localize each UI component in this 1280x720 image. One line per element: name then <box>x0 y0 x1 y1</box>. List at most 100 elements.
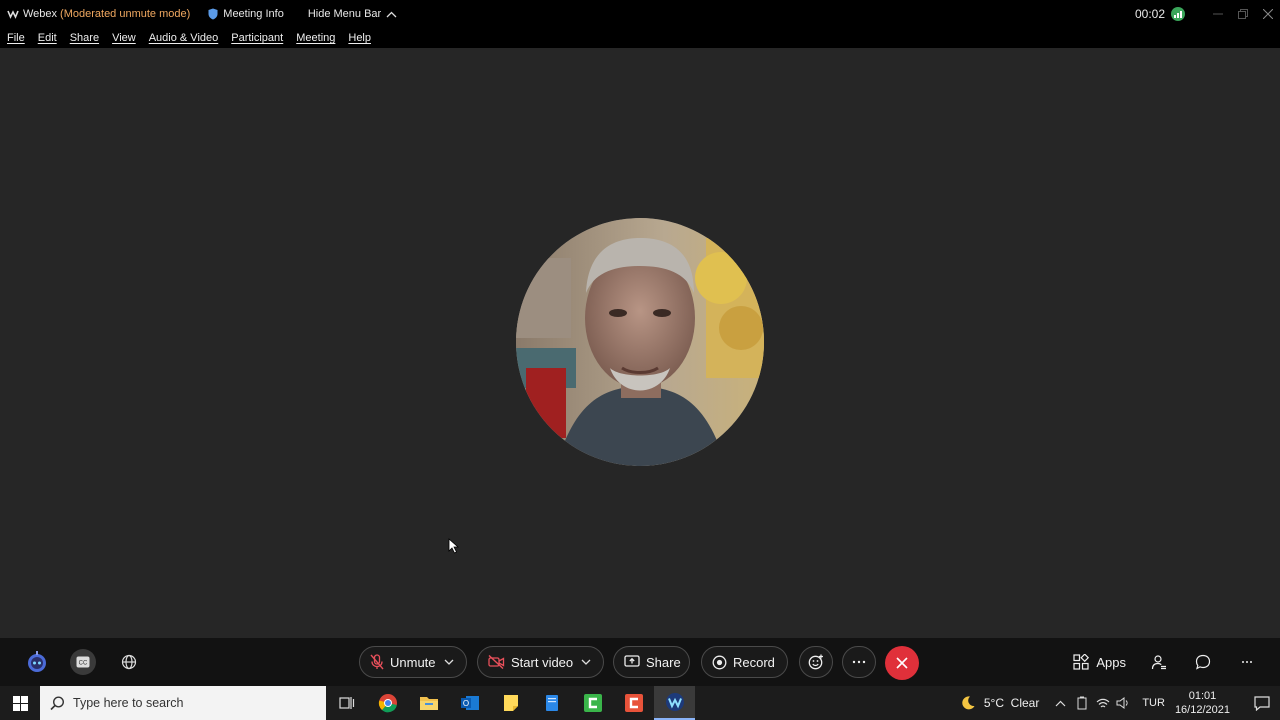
system-tray: 5°C Clear TUR 01:01 16/12/2021 <box>960 686 1280 720</box>
participants-button[interactable] <box>1146 649 1172 675</box>
participant-photo <box>516 218 764 466</box>
menu-help[interactable]: Help <box>348 32 371 44</box>
more-options-button[interactable] <box>842 646 876 678</box>
unmute-label: Unmute <box>390 654 436 670</box>
start-video-button[interactable]: Start video <box>477 646 604 678</box>
minimize-button[interactable] <box>1205 0 1230 28</box>
notification-icon <box>1254 695 1270 711</box>
menu-meeting[interactable]: Meeting <box>296 32 335 44</box>
restore-button[interactable] <box>1230 0 1255 28</box>
meeting-info-label: Meeting Info <box>223 8 284 20</box>
shield-icon <box>208 8 218 20</box>
taskbar-camtasia[interactable] <box>572 686 613 720</box>
apps-icon <box>1073 654 1090 670</box>
taskbar-sticky-notes[interactable] <box>490 686 531 720</box>
share-label: Share <box>646 654 681 670</box>
chevron-down-icon[interactable] <box>581 659 591 665</box>
minimize-icon <box>1212 13 1223 15</box>
taskbar-search-box[interactable]: Type here to search <box>40 686 326 720</box>
taskbar-recorder[interactable] <box>613 686 654 720</box>
svg-text:CC: CC <box>79 661 88 667</box>
taskbar-outlook[interactable]: O <box>449 686 490 720</box>
chat-button[interactable] <box>1190 649 1216 675</box>
meeting-timer: 00:02 <box>1134 7 1165 21</box>
restore-icon <box>1237 9 1248 19</box>
menu-audio-video[interactable]: Audio & Video <box>149 32 219 44</box>
record-icon <box>712 655 727 669</box>
chevron-up-icon[interactable] <box>1055 700 1066 707</box>
search-placeholder: Type here to search <box>73 696 184 710</box>
moderated-mode-label: (Moderated unmute mode) <box>60 8 191 20</box>
meeting-info-button[interactable]: Meeting Info <box>208 8 284 20</box>
chevron-up-icon <box>386 11 397 17</box>
reactions-button[interactable] <box>799 646 833 678</box>
windows-taskbar: Type here to search O 5°C Clear TUR 01:0… <box>0 686 1280 720</box>
mouse-cursor <box>448 538 460 554</box>
taskbar-chrome[interactable] <box>367 686 408 720</box>
wifi-icon[interactable] <box>1096 697 1110 709</box>
hide-menu-bar-label: Hide Menu Bar <box>307 8 382 20</box>
chat-icon <box>1195 654 1211 670</box>
menu-file[interactable]: File <box>7 32 25 44</box>
more-icon <box>1242 661 1252 663</box>
notifications-button[interactable] <box>1244 686 1280 720</box>
document-icon <box>545 695 558 711</box>
webex-assistant-icon <box>28 651 46 672</box>
share-screen-icon <box>624 655 640 667</box>
more-panels-button[interactable] <box>1234 649 1260 675</box>
assistant-button[interactable] <box>24 649 50 675</box>
clock-date: 16/12/2021 <box>1174 704 1230 716</box>
leave-meeting-button[interactable] <box>885 646 919 680</box>
task-view-button[interactable] <box>326 686 367 720</box>
volume-icon[interactable] <box>1116 697 1130 709</box>
folder-icon <box>419 697 438 710</box>
close-icon <box>896 657 908 669</box>
record-button[interactable]: Record <box>701 646 788 678</box>
webex-icon <box>665 693 684 711</box>
task-view-icon <box>338 697 354 709</box>
taskbar-file-explorer[interactable] <box>408 686 449 720</box>
globe-icon <box>121 654 137 670</box>
svg-text:O: O <box>462 699 468 708</box>
hide-menu-bar-button[interactable]: Hide Menu Bar <box>308 8 397 20</box>
apps-label: Apps <box>1096 654 1126 670</box>
moon-weather-icon <box>962 696 975 710</box>
app-title: Webex (Moderated unmute mode) <box>0 8 190 20</box>
windows-logo-icon <box>12 695 28 711</box>
camtasia-icon <box>583 694 602 712</box>
close-window-button[interactable] <box>1255 0 1280 28</box>
meeting-controls: CC Unmute Start video Share Record Apps <box>0 638 1280 686</box>
webex-logo-icon <box>7 10 19 19</box>
taskbar-webex[interactable] <box>654 686 695 720</box>
outlook-icon: O <box>460 696 479 710</box>
participant-avatar <box>516 218 764 466</box>
chrome-icon <box>378 694 397 713</box>
battery-icon[interactable] <box>1076 696 1088 710</box>
close-icon <box>1262 9 1273 19</box>
closed-captions-icon: CC <box>76 656 90 668</box>
title-bar: Webex (Moderated unmute mode) Meeting In… <box>0 0 1280 28</box>
taskbar-clock[interactable]: 01:01 16/12/2021 <box>1175 689 1230 717</box>
muted-mic-icon <box>370 654 384 670</box>
unmute-button[interactable]: Unmute <box>359 646 467 678</box>
clock-time: 01:01 <box>1188 690 1217 702</box>
apps-button[interactable]: Apps <box>1073 654 1126 670</box>
start-video-label: Start video <box>511 654 574 670</box>
captions-button[interactable]: CC <box>70 649 96 675</box>
start-button[interactable] <box>0 686 40 720</box>
taskbar-app-blue[interactable] <box>531 686 572 720</box>
smiley-icon <box>808 654 823 670</box>
menu-view[interactable]: View <box>112 32 136 44</box>
language-button[interactable] <box>116 649 142 675</box>
share-button[interactable]: Share <box>613 646 690 678</box>
menu-edit[interactable]: Edit <box>38 32 57 44</box>
connection-status-icon[interactable] <box>1171 7 1185 21</box>
menu-participant[interactable]: Participant <box>231 32 283 44</box>
weather-text[interactable]: 5°C Clear <box>984 696 1039 710</box>
chevron-down-icon[interactable] <box>444 659 454 665</box>
menu-bar: File Edit Share View Audio & Video Parti… <box>0 28 1280 48</box>
video-off-icon <box>488 655 505 669</box>
recorder-icon <box>624 694 643 712</box>
input-language[interactable]: TUR <box>1142 697 1165 709</box>
menu-share[interactable]: Share <box>70 32 99 44</box>
